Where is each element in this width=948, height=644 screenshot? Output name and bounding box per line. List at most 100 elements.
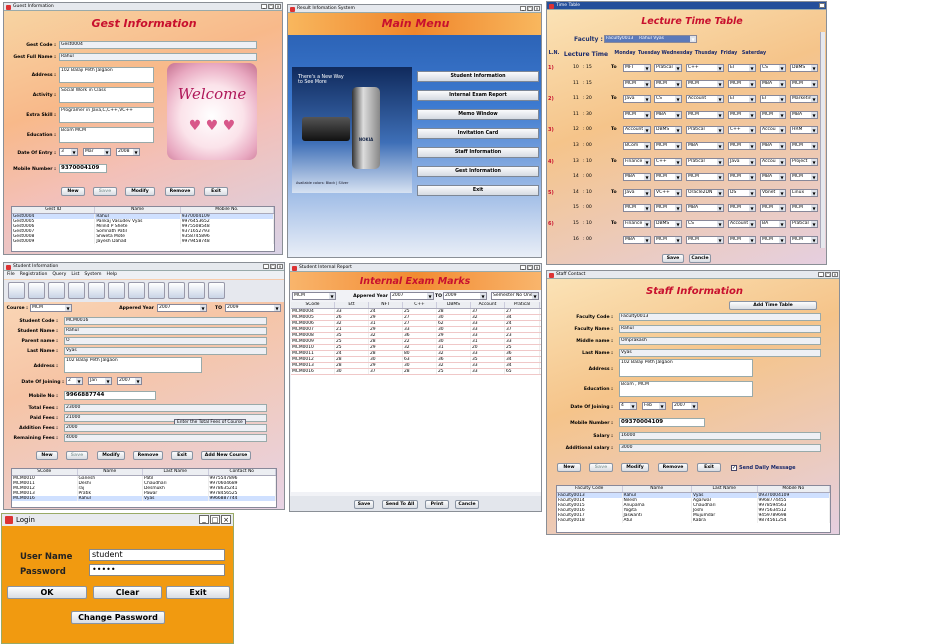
subject-select[interactable]: MBA <box>686 142 724 150</box>
subject-select[interactable]: Pratical <box>686 126 724 135</box>
day-select[interactable]: 3 <box>59 148 78 156</box>
scrollbar[interactable] <box>820 32 825 248</box>
subject-select[interactable]: MCM <box>760 204 786 213</box>
hour-value[interactable]: 12 <box>573 127 579 132</box>
student-table[interactable]: SCode Name Last Name Contact No MCM0010 G… <box>11 468 277 508</box>
subject-select[interactable]: MCM <box>623 79 651 88</box>
exit-button[interactable]: Exit <box>166 586 230 599</box>
subject-select[interactable]: MCM <box>790 204 818 213</box>
remaining-fees-field[interactable]: 4000 <box>64 434 267 442</box>
course-select[interactable]: MCM <box>292 292 336 300</box>
subject-select[interactable]: MCM <box>686 235 724 244</box>
subject-select[interactable]: Marketing <box>790 95 818 104</box>
username-field[interactable]: student <box>89 549 225 561</box>
add-time-table-button[interactable]: Add Time Table <box>729 301 817 310</box>
maximize-icon[interactable]: □ <box>825 272 831 277</box>
minute-value[interactable]: 10 <box>586 190 592 195</box>
close-icon[interactable]: × <box>277 264 283 269</box>
maximize-icon[interactable]: □ <box>527 6 533 11</box>
subject-select[interactable]: VC++ <box>654 188 682 197</box>
exit-button[interactable]: Exit <box>171 451 193 460</box>
subject-select[interactable]: EI <box>728 95 756 104</box>
subject-select[interactable]: MBA <box>686 204 724 213</box>
new-button[interactable]: New <box>557 463 581 472</box>
subject-select[interactable]: MBA <box>760 79 786 88</box>
delete-icon[interactable] <box>108 282 125 299</box>
minute-value[interactable]: 00 <box>586 237 592 242</box>
save-button[interactable]: Save <box>589 463 613 472</box>
subject-select[interactable]: MFT <box>623 64 651 72</box>
additional-salary-field[interactable]: 3000 <box>619 444 821 452</box>
subject-select[interactable]: EI <box>728 64 756 72</box>
remove-button[interactable]: Remove <box>658 463 688 472</box>
menu-item-exit[interactable]: Exit <box>417 185 539 196</box>
staff-table[interactable]: Faculty Code Name Last Name Mobile No Fa… <box>556 485 831 533</box>
month-select[interactable]: Jan <box>88 377 112 385</box>
minute-value[interactable]: 00 <box>586 205 592 210</box>
send-daily-checkbox[interactable]: ✓ <box>731 465 737 471</box>
subject-select[interactable]: C++ <box>728 126 756 135</box>
subject-select[interactable]: Pratical <box>654 64 682 72</box>
maximize-icon[interactable]: □ <box>527 265 533 270</box>
subject-select[interactable]: BCom <box>623 142 651 150</box>
menu-list[interactable]: List <box>71 271 79 279</box>
col-header[interactable]: C++ <box>403 302 437 308</box>
subject-select[interactable]: MCM <box>654 173 682 182</box>
close-icon[interactable]: × <box>275 4 281 9</box>
menu-registration[interactable]: Registration <box>20 271 48 279</box>
menu-file[interactable]: File <box>7 271 15 279</box>
subject-select[interactable]: EI <box>760 95 786 104</box>
cancel-button[interactable]: Cancle <box>455 500 479 509</box>
subject-select[interactable]: MBA <box>623 235 651 244</box>
subject-select[interactable]: MCM <box>760 110 786 119</box>
subject-select[interactable]: Project <box>790 157 818 166</box>
subject-select[interactable]: HRM <box>790 126 818 135</box>
save-button[interactable]: Save <box>662 254 684 263</box>
minute-value[interactable]: 15 <box>586 81 592 86</box>
hour-value[interactable]: 11 <box>573 112 579 117</box>
print-icon[interactable] <box>148 282 165 299</box>
from-year-select[interactable]: 2007 <box>157 304 207 312</box>
subject-select[interactable]: MCM <box>623 110 651 119</box>
day-select[interactable]: 4 <box>619 402 637 410</box>
subject-select[interactable]: MCM <box>686 110 724 119</box>
close-icon[interactable]: × <box>221 515 231 524</box>
user-icon[interactable] <box>188 282 205 299</box>
modify-button[interactable]: Modify <box>97 451 125 460</box>
hour-value[interactable]: 13 <box>573 159 579 164</box>
remove-button[interactable]: Remove <box>165 187 195 196</box>
new-icon[interactable] <box>8 282 25 299</box>
faculty-select[interactable]: Faculty0013 Rahul Vyas <box>604 35 697 43</box>
subject-select[interactable]: Java <box>728 157 756 166</box>
middle-name-field[interactable]: Omprakash <box>619 337 821 345</box>
table-row[interactable]: MCM0016 30 37 28 25 33 65 <box>291 369 541 375</box>
col-header[interactable]: Ett <box>335 302 369 308</box>
minute-value[interactable]: 10 <box>586 221 592 226</box>
ok-button[interactable]: OK <box>7 586 87 599</box>
maximize-icon[interactable]: □ <box>210 515 220 524</box>
subject-select[interactable]: MCM <box>728 142 756 150</box>
menu-item-staff-information[interactable]: Staff Information <box>417 147 539 158</box>
subject-select[interactable]: MCM <box>654 235 682 244</box>
menu-item-gest-information[interactable]: Gest Information <box>417 166 539 177</box>
subject-select[interactable]: BA <box>760 220 786 228</box>
change-password-button[interactable]: Change Password <box>71 611 165 624</box>
subject-select[interactable]: MCM <box>728 79 756 88</box>
hour-value[interactable]: 11 <box>573 96 579 101</box>
col-name[interactable]: Name <box>78 469 143 475</box>
hour-value[interactable]: 10 <box>573 65 579 70</box>
close-icon[interactable]: × <box>534 265 540 270</box>
subject-select[interactable]: MCM <box>790 79 818 88</box>
addition-fees-field[interactable]: 2000 <box>64 424 267 432</box>
add-new-course-button[interactable]: Add New Course <box>201 451 251 460</box>
course-select[interactable]: MCM <box>30 304 72 312</box>
table-row[interactable]: Faculty0018 Atul Kabra 9874561254 <box>557 518 830 523</box>
modify-button[interactable]: Modify <box>621 463 649 472</box>
col-contact[interactable]: Contact No <box>209 469 276 475</box>
col-gest-id[interactable]: Gest ID <box>12 207 96 213</box>
minimize-icon[interactable]: _ <box>263 264 269 269</box>
last-name-field[interactable]: Vyas <box>64 347 267 355</box>
day-select[interactable]: 2 <box>66 377 83 385</box>
education-field[interactable]: Bcom MCM <box>59 127 154 143</box>
year-select[interactable]: 2007 <box>672 402 698 410</box>
